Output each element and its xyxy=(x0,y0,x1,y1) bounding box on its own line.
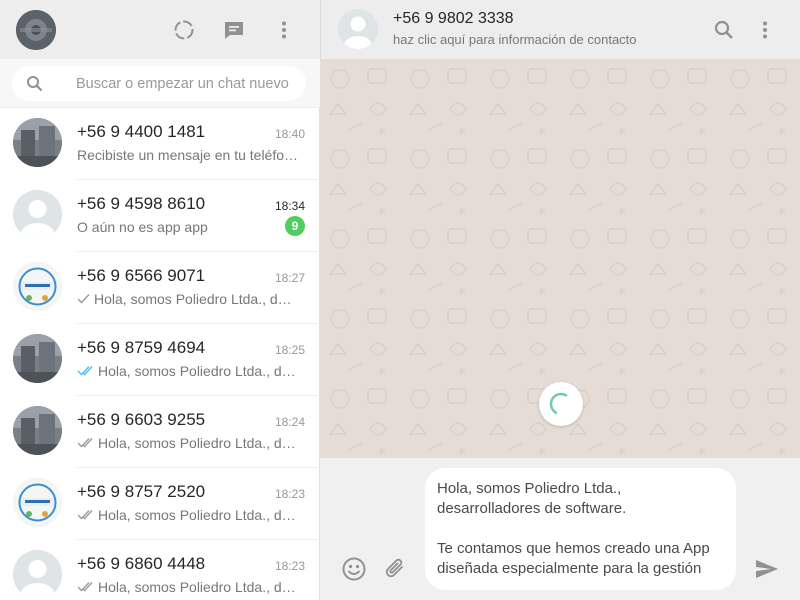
chat-item[interactable]: +56 9 8757 2520 18:23 Hola, somos Poliedro… xyxy=(0,468,320,540)
chat-avatar xyxy=(13,262,62,311)
chat-preview-text: Recibiste un mensaje en tu teléfono xyxy=(77,147,299,163)
chat-item-body: +56 9 4400 1481 18:40 Recibiste un mensaje… xyxy=(77,108,320,180)
chat-name: +56 9 8759 4694 xyxy=(77,338,206,357)
chat-preview: Hola, somos Poliedro Ltda., desarrollado… xyxy=(77,363,299,379)
chat-name: +56 9 4400 1481 xyxy=(77,122,206,141)
chat-time: 18:23 xyxy=(274,487,305,501)
chat-preview-text: Hola, somos Poliedro Ltda., desarrollado… xyxy=(98,363,299,379)
delivered-double-check-icon xyxy=(77,507,95,523)
chat-avatar xyxy=(13,478,62,527)
loading-spinner xyxy=(539,382,583,426)
chat-preview: Recibiste un mensaje en tu teléfono xyxy=(77,147,299,163)
chat-item[interactable]: +56 9 6603 9255 18:24 Hola, somos Poliedro… xyxy=(0,396,320,468)
chat-avatar xyxy=(13,406,62,455)
unread-badge: 9 xyxy=(285,216,305,236)
emoji-icon[interactable] xyxy=(340,555,368,583)
chat-preview-text: Hola, somos Poliedro Ltda., desarrollado… xyxy=(98,507,299,523)
menu-icon[interactable] xyxy=(271,17,297,43)
chat-name: +56 9 6603 9255 xyxy=(77,410,206,429)
chat-preview: Hola, somos Poliedro Ltda., desarrollado… xyxy=(77,579,299,595)
status-icon[interactable] xyxy=(171,17,197,43)
chat-preview: Hola, somos Poliedro Ltda., desarrollado… xyxy=(77,435,299,451)
contact-name[interactable]: +56 9 9802 3338 xyxy=(393,10,514,28)
contact-info-hint[interactable]: haz clic aquí para información de contac… xyxy=(393,32,637,47)
new-chat-icon[interactable] xyxy=(221,17,247,43)
message-area xyxy=(320,59,800,458)
chat-list: +56 9 4400 1481 18:40 Recibiste un mensaje… xyxy=(0,108,320,600)
chat-time: 18:23 xyxy=(274,559,305,573)
chat-avatar xyxy=(13,334,62,383)
my-profile-avatar[interactable] xyxy=(16,10,56,50)
chat-name: +56 9 6860 4448 xyxy=(77,554,206,573)
conversation-pane: +56 9 9802 3338 haz clic aquí para infor… xyxy=(320,0,800,600)
read-double-check-icon xyxy=(77,363,95,379)
chat-time: 18:25 xyxy=(274,343,305,357)
chat-item-body: +56 9 8757 2520 18:23 Hola, somos Poliedro… xyxy=(77,468,320,540)
chat-time: 18:27 xyxy=(274,271,305,285)
chat-preview: Hola, somos Poliedro Ltda., desarrollado… xyxy=(77,507,299,523)
chat-item-body: +56 9 4598 8610 18:34 O aún no es app app 9 xyxy=(77,180,320,252)
chat-name: +56 9 4598 8610 xyxy=(77,194,206,213)
chat-preview-text: Hola, somos Poliedro Ltda., desarrollado… xyxy=(98,579,299,595)
search-box[interactable] xyxy=(12,66,306,101)
delivered-double-check-icon xyxy=(77,435,95,451)
message-input[interactable]: Hola, somos Poliedro Ltda., desarrollado… xyxy=(425,468,736,590)
chat-time: 18:24 xyxy=(274,415,305,429)
chat-item[interactable]: +56 9 6566 9071 18:27 Hola, somos Poliedro… xyxy=(0,252,320,324)
chat-item-body: +56 9 6603 9255 18:24 Hola, somos Poliedro… xyxy=(77,396,320,468)
attach-icon[interactable] xyxy=(382,555,410,583)
chat-item-body: +56 9 6566 9071 18:27 Hola, somos Poliedro… xyxy=(77,252,320,324)
search-icon xyxy=(26,75,44,93)
send-icon[interactable] xyxy=(753,555,781,583)
chat-item[interactable]: +56 9 6860 4448 18:23 Hola, somos Poliedro… xyxy=(0,540,320,600)
conversation-menu-icon[interactable] xyxy=(752,17,778,43)
chat-avatar xyxy=(13,550,62,599)
chat-avatar xyxy=(13,118,62,167)
chat-name: +56 9 8757 2520 xyxy=(77,482,206,501)
search-bar xyxy=(0,59,320,108)
chat-avatar xyxy=(13,190,62,239)
search-messages-icon[interactable] xyxy=(711,17,737,43)
chat-item-body: +56 9 8759 4694 18:25 Hola, somos Poliedro… xyxy=(77,324,320,396)
chat-item-body: +56 9 6860 4448 18:23 Hola, somos Poliedro… xyxy=(77,540,320,600)
sidebar-header xyxy=(0,0,320,59)
chat-item[interactable]: +56 9 4598 8610 18:34 O aún no es app app 9 xyxy=(0,180,320,252)
chat-preview-text: Hola, somos Poliedro Ltda., desarrollado… xyxy=(94,291,299,307)
chat-item[interactable]: +56 9 8759 4694 18:25 Hola, somos Poliedro… xyxy=(0,324,320,396)
chat-preview-text: Hola, somos Poliedro Ltda., desarrollado… xyxy=(98,435,299,451)
chat-preview: Hola, somos Poliedro Ltda., desarrollado… xyxy=(77,291,299,307)
chat-item[interactable]: +56 9 4400 1481 18:40 Recibiste un mensaje… xyxy=(0,108,320,180)
chat-preview-text: O aún no es app app xyxy=(77,219,208,235)
chat-time: 18:34 xyxy=(274,199,305,213)
search-input[interactable] xyxy=(76,66,296,101)
chat-name: +56 9 6566 9071 xyxy=(77,266,206,285)
chat-preview: O aún no es app app xyxy=(77,219,299,235)
sidebar: +56 9 4400 1481 18:40 Recibiste un mensaje… xyxy=(0,0,320,600)
delivered-double-check-icon xyxy=(77,579,95,595)
conversation-header[interactable]: +56 9 9802 3338 haz clic aquí para infor… xyxy=(320,0,800,59)
composer-bar: Hola, somos Poliedro Ltda., desarrollado… xyxy=(320,458,800,600)
contact-avatar[interactable] xyxy=(338,9,378,49)
sent-check-icon xyxy=(77,291,91,307)
chat-time: 18:40 xyxy=(274,127,305,141)
